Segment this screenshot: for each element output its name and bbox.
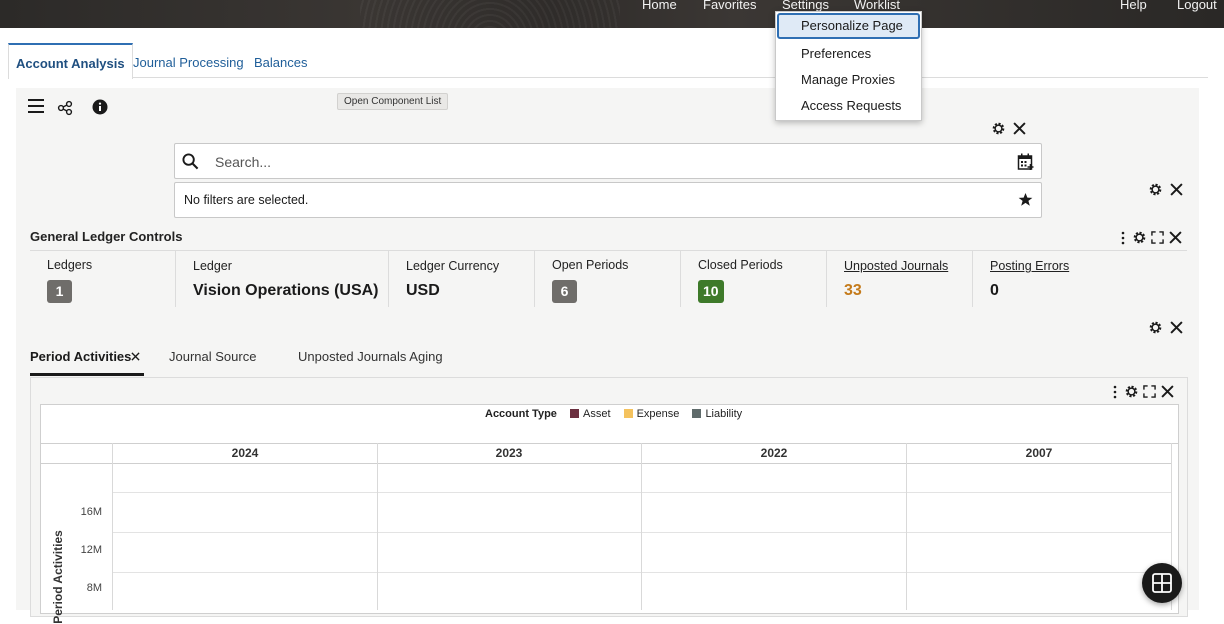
gridline: [112, 443, 113, 610]
legend-expense: Expense: [636, 408, 680, 420]
period-activities-chart: [40, 404, 1179, 614]
gridline: [112, 532, 1172, 533]
year-header-2007: 2007: [1025, 446, 1053, 460]
banner-pattern: [360, 0, 620, 28]
gridline: [112, 492, 1172, 493]
ledgers-label: Ledgers: [47, 258, 93, 272]
expand-icon[interactable]: [1143, 385, 1156, 398]
legend-asset: Asset: [582, 408, 611, 420]
tab-balances[interactable]: Balances: [254, 43, 307, 78]
search-placeholder: Search...: [215, 154, 272, 170]
currency-value: USD: [406, 282, 440, 299]
y-tick-16m: 16M: [80, 506, 102, 518]
expand-icon[interactable]: [1151, 231, 1164, 244]
close-icon[interactable]: [1169, 231, 1182, 244]
open-periods-label: Open Periods: [552, 258, 629, 272]
open-periods-badge: 6: [552, 280, 577, 303]
open-component-list-tooltip: Open Component List: [337, 93, 449, 110]
gridline: [40, 443, 1179, 444]
more-options-icon[interactable]: [1120, 231, 1126, 245]
menu-item-preferences[interactable]: Preferences: [777, 41, 920, 67]
hamburger-menu-icon[interactable]: [27, 97, 45, 115]
grid-icon: [1152, 573, 1172, 593]
year-header-2022: 2022: [760, 446, 788, 460]
top-navigation-bar: Home Favorites Settings Worklist Help Lo…: [0, 0, 1224, 28]
currency-cell: Ledger Currency USD: [389, 251, 535, 309]
legend-liability: Liability: [705, 408, 743, 420]
settings-dropdown-menu: Personalize Page Preferences Manage Prox…: [775, 11, 922, 121]
currency-label: Ledger Currency: [406, 259, 500, 273]
unposted-journals-value: 33: [844, 282, 862, 299]
legend-swatch-asset: [569, 409, 579, 418]
ledgers-cell[interactable]: Ledgers 1: [30, 251, 176, 309]
more-options-icon[interactable]: [1112, 385, 1118, 399]
close-icon[interactable]: [1170, 183, 1183, 196]
y-tick-12m: 12M: [80, 544, 102, 556]
gridline: [377, 443, 378, 610]
star-icon[interactable]: [1018, 192, 1033, 207]
gridline: [40, 463, 1172, 464]
ledger-value: Vision Operations (USA): [193, 282, 379, 299]
gl-controls-title: General Ledger Controls: [30, 229, 183, 244]
ledgers-count-badge: 1: [47, 280, 72, 303]
ledger-cell: Ledger Vision Operations (USA): [176, 251, 389, 309]
close-tab-icon[interactable]: [131, 352, 140, 361]
gl-controls-row: Ledgers 1 Ledger Vision Operations (USA)…: [30, 250, 1187, 308]
no-filters-text: No filters are selected.: [184, 193, 309, 207]
y-axis-title: Period Activities: [41, 530, 65, 624]
year-header-2023: 2023: [495, 446, 523, 460]
filters-bar: No filters are selected.: [174, 182, 1042, 218]
nav-logout-link[interactable]: Logout: [1177, 0, 1217, 14]
year-header-2024: 2024: [231, 446, 259, 460]
unposted-journals-cell[interactable]: Unposted Journals 33: [827, 251, 973, 309]
tab-period-activities[interactable]: Period Activities: [30, 340, 144, 376]
menu-item-manage-proxies[interactable]: Manage Proxies: [777, 67, 920, 93]
component-list-button[interactable]: [1142, 563, 1182, 603]
gear-icon[interactable]: [1148, 182, 1163, 197]
gear-icon[interactable]: [991, 121, 1006, 136]
y-tick-8m: 8M: [86, 582, 102, 594]
gear-icon[interactable]: [1124, 384, 1139, 399]
tab-period-activities-label: Period Activities: [30, 349, 132, 364]
legend-title: Account Type: [485, 408, 557, 420]
page-tabs: Account Analysis Journal Processing Bala…: [8, 43, 1208, 79]
closed-periods-label: Closed Periods: [698, 258, 783, 272]
close-icon[interactable]: [1170, 321, 1183, 334]
nav-home-link[interactable]: Home: [642, 0, 677, 14]
tab-journal-processing[interactable]: Journal Processing: [133, 43, 244, 78]
chart-legend: Account Type Asset Expense Liability: [485, 408, 742, 420]
legend-swatch-expense: [623, 409, 633, 418]
nav-favorites-link[interactable]: Favorites: [703, 0, 756, 14]
gear-icon[interactable]: [1132, 230, 1147, 245]
menu-item-personalize-page[interactable]: Personalize Page: [777, 13, 920, 39]
tab-journal-source[interactable]: Journal Source: [169, 340, 256, 376]
tab-unposted-journals-aging[interactable]: Unposted Journals Aging: [298, 340, 443, 376]
closed-periods-cell[interactable]: Closed Periods 10: [681, 251, 827, 309]
info-icon[interactable]: [92, 99, 108, 115]
gridline: [641, 443, 642, 610]
share-icon[interactable]: [57, 100, 73, 116]
ledger-label: Ledger: [193, 259, 232, 273]
search-input[interactable]: Search...: [174, 143, 1042, 179]
menu-item-access-requests[interactable]: Access Requests: [777, 93, 920, 119]
close-icon[interactable]: [1161, 385, 1174, 398]
gear-icon[interactable]: [1148, 320, 1163, 335]
closed-periods-badge: 10: [698, 280, 724, 303]
nav-help-link[interactable]: Help: [1120, 0, 1147, 14]
search-icon: [182, 153, 199, 170]
gridline: [906, 443, 907, 610]
unposted-journals-link[interactable]: Unposted Journals: [844, 259, 948, 273]
posting-errors-link[interactable]: Posting Errors: [990, 259, 1069, 273]
tab-account-analysis[interactable]: Account Analysis: [8, 43, 133, 79]
open-periods-cell[interactable]: Open Periods 6: [535, 251, 681, 309]
close-icon[interactable]: [1013, 122, 1026, 135]
gridline: [112, 572, 1172, 573]
posting-errors-cell[interactable]: Posting Errors 0: [973, 251, 1173, 309]
posting-errors-value: 0: [990, 282, 999, 299]
calendar-icon[interactable]: [1017, 153, 1035, 171]
legend-swatch-liability: [692, 409, 702, 418]
